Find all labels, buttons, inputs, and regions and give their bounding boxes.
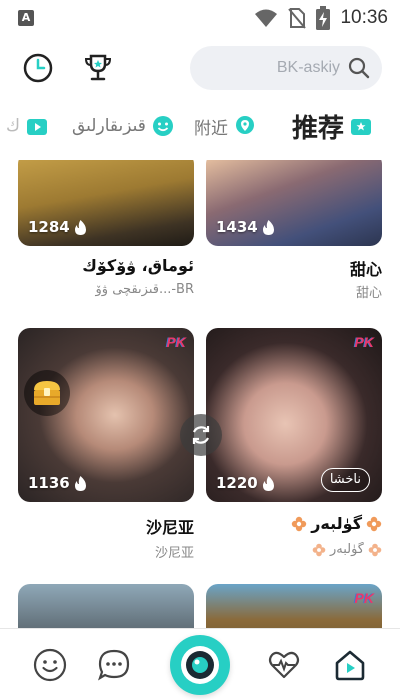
smile-face-icon [152, 116, 173, 136]
category-badge: ناخشا [320, 468, 370, 492]
tab-more[interactable]: ك [6, 104, 48, 148]
viewer-count: 1136 [28, 474, 87, 492]
stream-thumbnail: 1434 [206, 160, 382, 246]
live-card[interactable]: 1434 甜心 甜心 [206, 160, 382, 301]
pk-badge: PK [166, 334, 186, 350]
tab-funny[interactable]: قىزىقارلىق [72, 104, 174, 148]
streamer-name: 沙尼亚 [154, 546, 194, 561]
category-tabs: 推荐 附近 قىزىقارلىق ك [0, 104, 400, 148]
refresh-button[interactable] [180, 414, 222, 456]
streamer-title: 沙尼亚 [145, 518, 194, 537]
viewer-count-value: 1284 [28, 218, 70, 236]
no-sim-icon [288, 8, 307, 29]
viewer-count: 1220 [216, 474, 275, 492]
streamer-title: ئوماق، ۋۆكۆك [82, 256, 194, 275]
battery-charging-icon [316, 6, 331, 30]
status-bar: A 10:36 [0, 0, 400, 36]
heartbeat-icon[interactable] [266, 647, 302, 683]
fire-icon [74, 219, 86, 235]
stream-thumbnail: PK [206, 584, 382, 628]
streamer-name: قىزىقچى ۋۆ...-BR [95, 282, 194, 297]
viewer-count: 1284 [28, 218, 87, 236]
viewer-count-value: 1136 [28, 474, 70, 492]
streamer-title-row: گۈلبەر [206, 514, 382, 533]
live-card[interactable]: 1284 ئوماق، ۋۆكۆك قىزىقچى ۋۆ...-BR [18, 160, 194, 297]
home-play-icon[interactable] [332, 647, 368, 683]
camera-live-icon[interactable] [170, 635, 230, 695]
chat-bubble-icon[interactable] [96, 647, 132, 683]
history-clock-icon[interactable] [20, 50, 56, 86]
pk-badge: PK [354, 334, 374, 350]
live-card[interactable]: PK [206, 584, 382, 628]
live-card[interactable]: PK 1136 沙尼亚 沙尼亚 [18, 328, 194, 561]
streamer-name: گۈلبەر [329, 542, 364, 557]
bottom-nav [0, 628, 400, 700]
tab-label: ك [6, 116, 21, 136]
fire-icon [262, 219, 274, 235]
location-pin-icon [236, 116, 254, 134]
streamer-name-row: گۈلبەر [206, 542, 382, 557]
search-input[interactable] [210, 46, 340, 90]
refresh-icon [192, 426, 210, 444]
flower-icon [312, 543, 326, 556]
search-bar [190, 46, 382, 90]
viewer-count: 1434 [216, 218, 275, 236]
status-icons: 10:36 [254, 6, 388, 30]
fire-icon [262, 475, 274, 491]
tab-label: 附近 [194, 118, 228, 139]
stream-thumbnail: PK 1136 [18, 328, 194, 502]
streamer-name: 甜心 [355, 286, 382, 301]
star-tv-icon [351, 119, 372, 135]
app-notification-icon: A [18, 10, 34, 26]
treasure-chest-icon[interactable] [24, 370, 70, 416]
smile-icon[interactable] [32, 647, 68, 683]
fire-icon [74, 475, 86, 491]
live-feed-grid: 1434 甜心 甜心 1284 ئوماق، ۋۆكۆك قىزىقچى ۋۆ.… [0, 160, 400, 628]
flower-icon [366, 516, 382, 531]
stream-thumbnail [18, 584, 194, 628]
search-icon[interactable] [348, 57, 370, 79]
viewer-count-value: 1220 [216, 474, 258, 492]
tv-icon [27, 119, 48, 135]
tab-recommend[interactable]: 推荐 [292, 104, 372, 148]
stream-thumbnail: PK 1220 ناخشا [206, 328, 382, 502]
top-bar [0, 40, 400, 96]
trophy-icon[interactable] [80, 50, 116, 86]
tab-nearby[interactable]: 附近 [194, 104, 256, 148]
flower-icon [292, 516, 307, 531]
pk-badge: PK [354, 590, 374, 606]
tab-label: 推荐 [292, 113, 345, 144]
wifi-icon [255, 9, 278, 27]
streamer-title: 甜心 [349, 260, 382, 279]
live-card[interactable]: PK 1220 ناخشا گۈلبەر گۈلبەر [206, 328, 382, 557]
streamer-title: گۈلبەر [311, 514, 362, 533]
app-screen: A 10:36 推荐 附近 قىزىقار [0, 0, 400, 700]
clock: 10:36 [340, 7, 388, 28]
tab-label: قىزىقارلىق [72, 116, 146, 136]
flower-icon [368, 543, 382, 556]
live-card[interactable] [18, 584, 194, 628]
stream-thumbnail: 1284 [18, 160, 194, 246]
viewer-count-value: 1434 [216, 218, 258, 236]
